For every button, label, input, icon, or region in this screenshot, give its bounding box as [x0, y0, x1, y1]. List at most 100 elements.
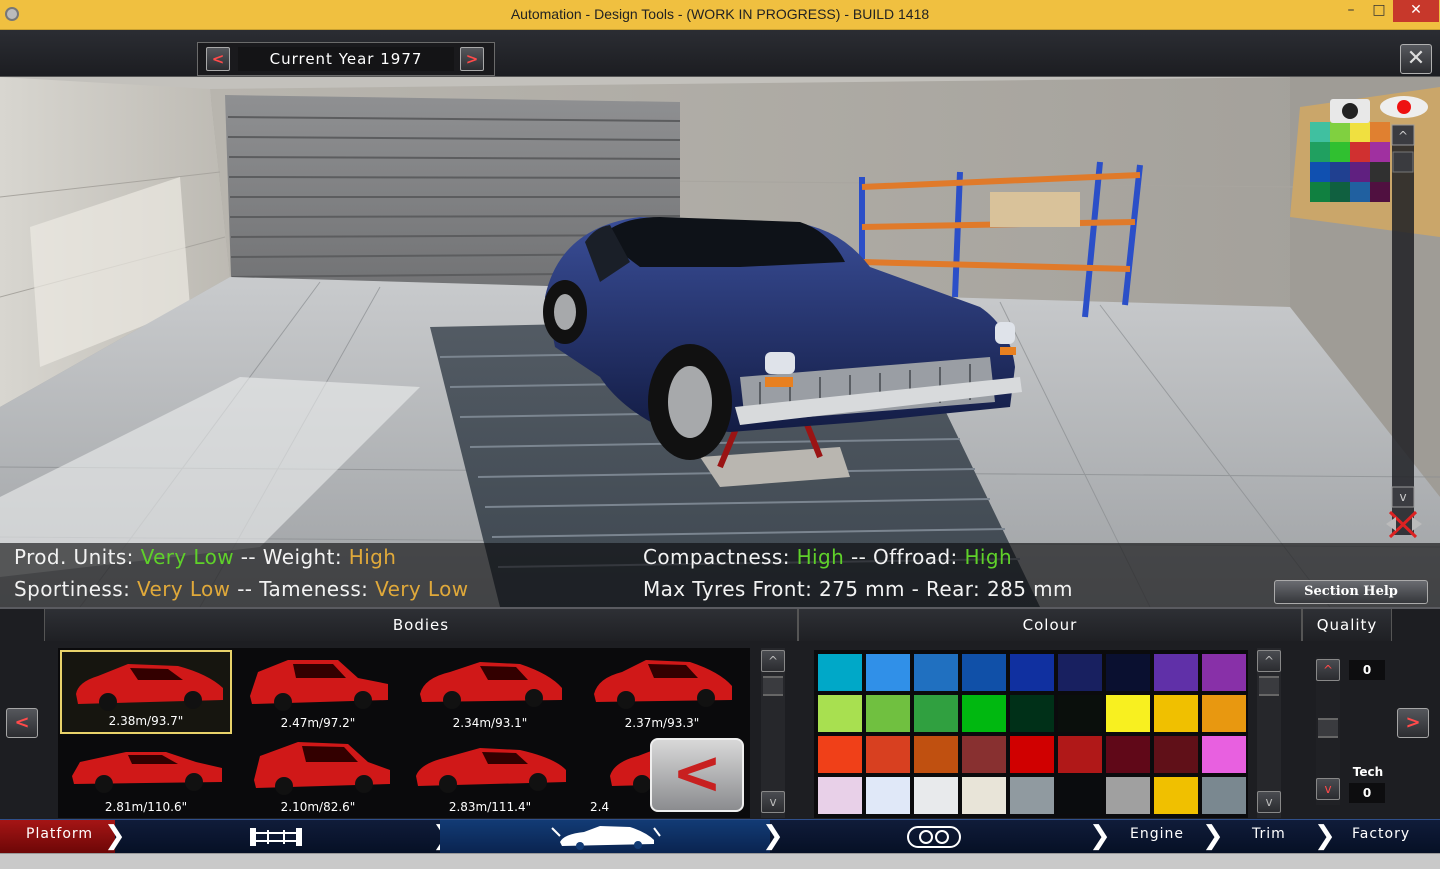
colour-swatch[interactable] — [962, 654, 1006, 691]
body-dimensions: 2.81m/110.6" — [104, 800, 188, 814]
colour-swatch[interactable] — [1010, 736, 1054, 773]
colour-swatch[interactable] — [818, 695, 862, 732]
body-dimensions: 2.37m/93.3" — [624, 716, 700, 730]
colour-swatch[interactable] — [866, 654, 910, 691]
body-option[interactable]: 2.4 — [576, 734, 656, 818]
car-viewport[interactable]: ^ v — [0, 77, 1440, 607]
body-option[interactable]: 2.38m/93.7" — [60, 650, 232, 734]
colour-swatch[interactable] — [962, 736, 1006, 773]
body-option[interactable]: 2.83m/111.4" — [404, 734, 576, 818]
colour-swatch[interactable] — [1154, 695, 1198, 732]
colour-swatch[interactable] — [1010, 654, 1054, 691]
current-year-label: Current Year 1977 — [238, 47, 454, 71]
headlights-icon[interactable] — [906, 824, 962, 854]
colour-scrollbar[interactable]: ^ v — [1257, 648, 1281, 818]
next-section-button[interactable]: > — [1397, 708, 1429, 738]
colour-swatch[interactable] — [962, 777, 1006, 814]
body-option[interactable]: 2.47m/97.2" — [232, 650, 404, 734]
offroad-value: High — [964, 545, 1013, 569]
svg-text:^: ^ — [1398, 129, 1408, 143]
colour-swatch[interactable] — [1154, 654, 1198, 691]
stats-line-3: Compactness: High -- Offroad: High — [643, 545, 1012, 569]
colour-swatch[interactable] — [818, 777, 862, 814]
bodies-scrollbar[interactable]: ^ v — [761, 648, 785, 818]
colour-scroll-thumb[interactable] — [1259, 676, 1279, 696]
colour-swatch[interactable] — [1010, 777, 1054, 814]
car-body-thumbnail — [76, 664, 223, 711]
colour-swatch[interactable] — [1106, 695, 1150, 732]
colour-swatch[interactable] — [1202, 695, 1246, 732]
next-year-button[interactable]: > — [460, 47, 484, 71]
colour-scroll-down[interactable]: v — [1257, 791, 1281, 813]
close-designer-button[interactable]: ✕ — [1400, 44, 1432, 74]
colour-swatch[interactable] — [866, 736, 910, 773]
colour-swatch[interactable] — [1058, 654, 1102, 691]
colour-swatch[interactable] — [914, 654, 958, 691]
prev-section-button[interactable]: < — [6, 708, 38, 738]
bodies-grid: 2.38m/93.7" 2.47m/97.2" 2.34m/93.1" 2.37… — [58, 648, 750, 818]
body-option[interactable]: 2.34m/93.1" — [404, 650, 576, 734]
car-body-thumbnail — [250, 660, 388, 711]
garage-scene: ^ v — [0, 77, 1440, 607]
colour-header: Colour — [798, 609, 1302, 641]
minimize-button[interactable]: – — [1338, 0, 1364, 22]
colour-swatch[interactable] — [1106, 736, 1150, 773]
body-dimensions: 2.34m/93.1" — [452, 716, 528, 730]
colour-swatch[interactable] — [866, 695, 910, 732]
bodies-scroll-down[interactable]: v — [761, 791, 785, 813]
design-navigation: Platform ❯ ❯ ❯ ❯ Engine ❯ Trim ❯ Factory — [0, 819, 1440, 853]
colour-swatch[interactable] — [1106, 777, 1150, 814]
colour-swatch[interactable] — [914, 777, 958, 814]
colour-swatch[interactable] — [1058, 695, 1102, 732]
body-option[interactable]: 2.10m/82.6" — [232, 734, 404, 818]
colour-swatch[interactable] — [914, 695, 958, 732]
car-body-thumbnail — [610, 749, 656, 793]
bodies-scroll-thumb[interactable] — [763, 676, 783, 696]
maximize-button[interactable]: □ — [1366, 0, 1392, 22]
colour-swatch[interactable] — [818, 654, 862, 691]
prev-year-button[interactable]: < — [206, 47, 230, 71]
colour-swatch[interactable] — [1202, 777, 1246, 814]
compactness-value: High — [796, 545, 845, 569]
car-body-thumbnail — [416, 748, 566, 793]
colour-swatch[interactable] — [962, 695, 1006, 732]
section-help-button[interactable]: Section Help — [1274, 580, 1428, 604]
tab-factory[interactable]: Factory — [1352, 826, 1410, 842]
chassis-icon[interactable] — [248, 824, 304, 854]
body-option[interactable]: 2.81m/110.6" — [60, 734, 232, 818]
car-body-thumbnail — [72, 752, 222, 793]
colour-swatch[interactable] — [1154, 777, 1198, 814]
chevron-right-icon: ❯ — [1202, 821, 1224, 851]
quality-slider-thumb[interactable] — [1318, 718, 1338, 738]
bodies-scroll-up[interactable]: ^ — [761, 650, 785, 672]
year-selector: < Current Year 1977 > — [197, 42, 495, 76]
colour-swatch[interactable] — [866, 777, 910, 814]
colour-swatch[interactable] — [1010, 695, 1054, 732]
weight-value: High — [348, 545, 397, 569]
body-back-button[interactable]: < — [650, 738, 744, 812]
colour-scroll-up[interactable]: ^ — [1257, 650, 1281, 672]
colour-swatch[interactable] — [1202, 736, 1246, 773]
car-body-thumbnail — [254, 742, 390, 795]
colour-swatch[interactable] — [1058, 736, 1102, 773]
quality-down-button[interactable]: v — [1316, 778, 1340, 800]
tab-trim[interactable]: Trim — [1252, 826, 1286, 842]
colour-swatch[interactable] — [1058, 777, 1102, 814]
car-body-icon[interactable] — [550, 822, 662, 856]
os-taskbar — [0, 853, 1440, 869]
svg-text:v: v — [1399, 490, 1406, 504]
colour-swatch[interactable] — [1106, 654, 1150, 691]
tab-engine[interactable]: Engine — [1130, 826, 1184, 842]
body-option[interactable]: 2.37m/93.3" — [576, 650, 748, 734]
quality-up-button[interactable]: ^ — [1316, 659, 1340, 681]
prod-units-label: Prod. Units: — [14, 545, 134, 569]
colour-swatch[interactable] — [914, 736, 958, 773]
prod-units-value: Very Low — [140, 545, 235, 569]
colour-swatch[interactable] — [1154, 736, 1198, 773]
colour-swatch[interactable] — [818, 736, 862, 773]
window-close-button[interactable]: ✕ — [1393, 0, 1439, 22]
stats-line-1: Prod. Units: Very Low -- Weight: High — [14, 545, 396, 569]
separator: -- — [850, 545, 867, 569]
car-body-thumbnail — [594, 660, 732, 709]
colour-swatch[interactable] — [1202, 654, 1246, 691]
